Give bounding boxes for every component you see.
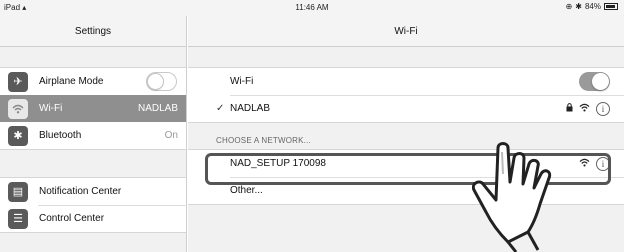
toggle-knob [592, 73, 609, 90]
sidebar-item-notification-center[interactable]: ▤ Notification Center [0, 178, 186, 205]
battery-percent: 84% [584, 2, 601, 11]
sidebar-item-control-center[interactable]: ☰ Control Center [0, 205, 186, 232]
sidebar-item-airplane-mode[interactable]: ✈ Airplane Mode [0, 68, 186, 95]
network-name: Other... [230, 185, 263, 196]
connected-network-row[interactable]: ✓ NADLAB i [188, 95, 624, 122]
sidebar-item-wifi[interactable]: Wi-Fi NADLAB [0, 95, 186, 122]
wifi-status-group: Wi-Fi ✓ NADLAB i [188, 67, 624, 123]
rotation-lock-icon: ⊕ [565, 2, 573, 11]
clock: 11:46 AM [295, 3, 329, 12]
bluetooth-icon: ✱ [8, 125, 28, 146]
notification-center-icon: ▤ [8, 181, 28, 202]
airplane-mode-toggle[interactable] [146, 72, 177, 91]
tap-hand-icon [471, 138, 582, 252]
info-icon[interactable]: i [596, 101, 610, 116]
sidebar-item-bluetooth[interactable]: ✱ Bluetooth On [0, 122, 186, 149]
network-indicators: i [566, 101, 610, 116]
sidebar-group-system: ▤ Notification Center ☰ Control Center [0, 177, 186, 233]
checkmark-icon: ✓ [216, 103, 225, 114]
status-bar: iPad ▴ 11:46 AM ⊕ ✱ 84% [0, 0, 624, 16]
sidebar-item-label: Notification Center [39, 186, 122, 197]
page-title: Wi-Fi [188, 16, 624, 47]
status-right: ⊕ ✱ 84% [566, 2, 618, 11]
wifi-signal-icon [579, 103, 590, 115]
sidebar-group-connectivity: ✈ Airplane Mode Wi-Fi NADLAB ✱ Bluetooth… [0, 67, 186, 150]
sidebar-item-value: NADLAB [137, 103, 178, 114]
settings-sidebar: Settings ✈ Airplane Mode Wi-Fi NADLAB ✱ … [0, 16, 187, 252]
sidebar-title: Settings [0, 16, 186, 47]
toggle-knob [148, 74, 163, 89]
wifi-icon [8, 98, 28, 119]
wifi-toggle-row: Wi-Fi [188, 68, 624, 95]
network-name: NADLAB [230, 103, 271, 114]
wifi-row-label: Wi-Fi [230, 76, 254, 87]
battery-icon [604, 3, 618, 10]
sidebar-item-value: On [164, 130, 178, 141]
sidebar-item-label: Control Center [39, 213, 105, 224]
bluetooth-status-icon: ✱ [575, 2, 582, 11]
lock-icon [566, 102, 573, 115]
control-center-icon: ☰ [8, 208, 28, 229]
airplane-icon: ✈ [8, 71, 28, 92]
wifi-toggle[interactable] [579, 72, 610, 91]
